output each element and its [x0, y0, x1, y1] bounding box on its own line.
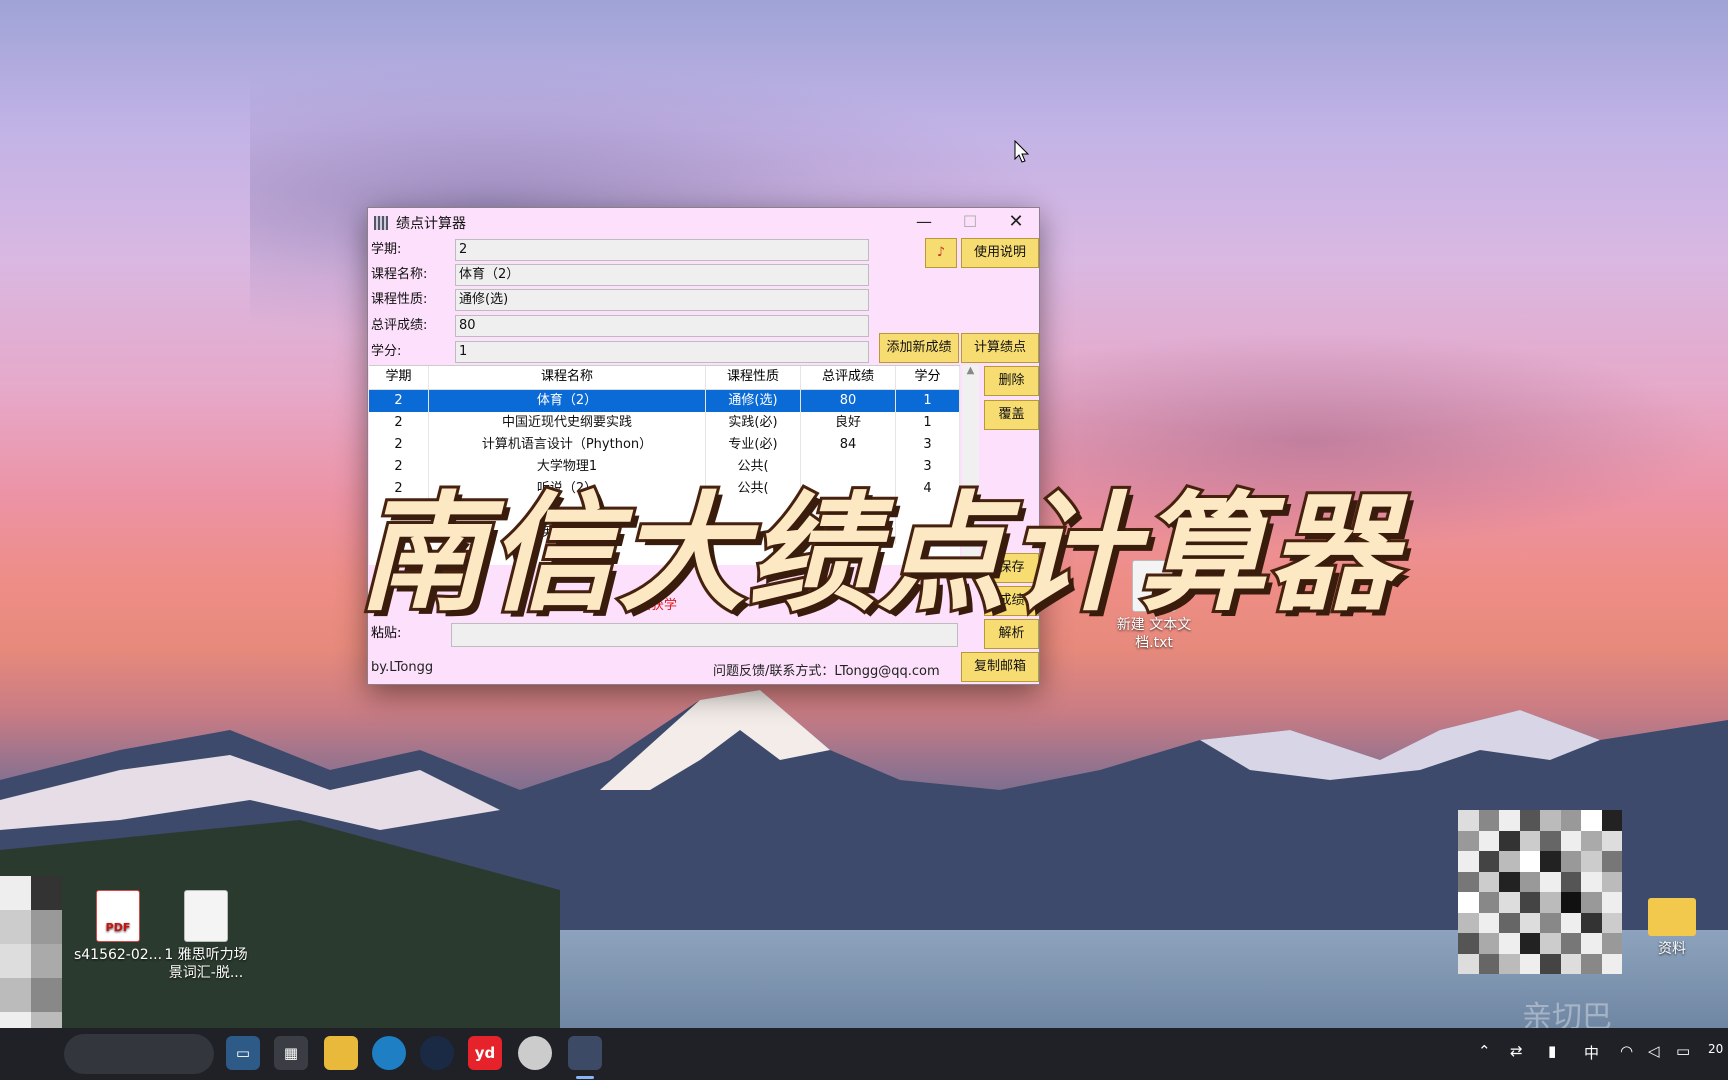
input-method-indicator[interactable]: 中 — [1584, 1042, 1599, 1063]
credit-label: 学分: — [371, 344, 402, 359]
cell-score: 80 — [801, 390, 896, 412]
file-explorer-icon[interactable] — [324, 1036, 358, 1070]
app-icon — [374, 216, 388, 230]
semester-label: 学期: — [371, 242, 402, 257]
add-score-button[interactable]: 添加新成绩 — [879, 333, 959, 363]
gpa-calculator-taskbar-icon[interactable] — [568, 1036, 602, 1070]
desktop-icon-txt[interactable]: 1 雅思听力场景词汇-脱... — [158, 890, 254, 982]
maximize-button[interactable]: ☐ — [947, 208, 993, 238]
course-nature-label: 课程性质: — [371, 292, 428, 307]
wifi-icon[interactable]: ◠ — [1620, 1042, 1633, 1060]
table-row[interactable]: 2 体育（2） 通修(选) 80 1 — [369, 390, 960, 412]
author-credit: by.LTongg — [371, 660, 434, 675]
cell-course: 体育（2） — [429, 390, 706, 412]
widgets-icon[interactable]: ▦ — [274, 1036, 308, 1070]
steam-icon[interactable] — [420, 1036, 454, 1070]
youdao-icon[interactable]: yd — [468, 1036, 502, 1070]
tray-meter-icon[interactable]: ▮ — [1548, 1042, 1556, 1060]
cell-credit: 1 — [896, 412, 960, 434]
pdf-file-icon: PDF — [96, 890, 140, 942]
course-nature-input[interactable]: 通修(选) — [455, 289, 869, 311]
table-header: 学期 课程名称 课程性质 总评成绩 学分 — [369, 366, 960, 390]
column-header-semester[interactable]: 学期 — [369, 366, 429, 389]
video-overlay-title: 南信大绩点计算器 — [355, 477, 1399, 632]
contact-info: 问题反馈/联系方式：LTongg@qq.com — [713, 664, 940, 679]
course-name-input[interactable]: 体育（2） — [455, 264, 869, 286]
semester-input[interactable]: 2 — [455, 239, 869, 261]
cell-score: 良好 — [801, 412, 896, 434]
calculate-gpa-button[interactable]: 计算绩点 — [961, 333, 1039, 363]
edge-browser-icon[interactable] — [372, 1036, 406, 1070]
total-score-input[interactable]: 80 — [455, 315, 869, 337]
desktop-icon-folder[interactable]: 资料 — [1624, 890, 1720, 958]
table-row[interactable]: 2 中国近现代史纲要实践 实践(必) 良好 1 — [369, 412, 960, 434]
help-button[interactable]: 使用说明 — [961, 238, 1039, 268]
pixelated-qr-block — [1458, 810, 1622, 974]
desktop-icon-label: s41562-02... — [73, 947, 163, 963]
desktop-icon-pdf[interactable]: PDF s41562-02... — [70, 890, 166, 964]
delete-button[interactable]: 删除 — [984, 366, 1039, 396]
window-title: 绩点计算器 — [396, 216, 466, 232]
volume-icon[interactable]: ◁ — [1648, 1042, 1660, 1060]
desktop-icon-label: 1 雅思听力场景词汇-脱... — [164, 947, 248, 981]
minimize-button[interactable]: — — [901, 208, 947, 238]
course-name-label: 课程名称: — [371, 267, 428, 282]
title-bar[interactable]: 绩点计算器 — ☐ ✕ — [368, 208, 1039, 238]
mouse-cursor-icon — [1014, 140, 1030, 163]
active-app-indicator — [576, 1076, 594, 1079]
desktop-icon-label: 资料 — [1658, 941, 1686, 957]
taskbar: ▭ ▦ yd ⌃ ⇄ ▮ 中 ◠ ◁ ▭ 20 — [0, 1028, 1728, 1080]
game-icon[interactable] — [518, 1036, 552, 1070]
column-header-nature[interactable]: 课程性质 — [706, 366, 801, 389]
total-score-label: 总评成绩: — [371, 318, 428, 333]
folder-icon — [1648, 898, 1696, 936]
column-header-credit[interactable]: 学分 — [896, 366, 960, 389]
text-file-icon — [184, 890, 228, 942]
cell-nature: 实践(必) — [706, 412, 801, 434]
task-view-icon[interactable]: ▭ — [226, 1036, 260, 1070]
clock-text[interactable]: 20 — [1708, 1042, 1723, 1056]
column-header-score[interactable]: 总评成绩 — [801, 366, 896, 389]
copy-email-button[interactable]: 复制邮箱 — [961, 652, 1039, 682]
cell-semester: 2 — [369, 412, 429, 434]
column-header-course[interactable]: 课程名称 — [429, 366, 706, 389]
credit-input[interactable]: 1 — [455, 341, 869, 363]
close-button[interactable]: ✕ — [993, 208, 1039, 238]
taskbar-search[interactable] — [64, 1034, 214, 1074]
overwrite-button[interactable]: 覆盖 — [984, 400, 1039, 430]
cell-credit: 1 — [896, 390, 960, 412]
tray-chevron-up-icon[interactable]: ⌃ — [1478, 1042, 1491, 1060]
cell-nature: 通修(选) — [706, 390, 801, 412]
tray-settings-icon[interactable]: ⇄ — [1510, 1042, 1523, 1060]
cell-semester: 2 — [369, 390, 429, 412]
scroll-up-icon[interactable]: ▲ — [962, 365, 979, 376]
cell-course: 中国近现代史纲要实践 — [429, 412, 706, 434]
music-icon[interactable]: ♪ — [925, 238, 957, 268]
battery-icon[interactable]: ▭ — [1676, 1042, 1690, 1060]
